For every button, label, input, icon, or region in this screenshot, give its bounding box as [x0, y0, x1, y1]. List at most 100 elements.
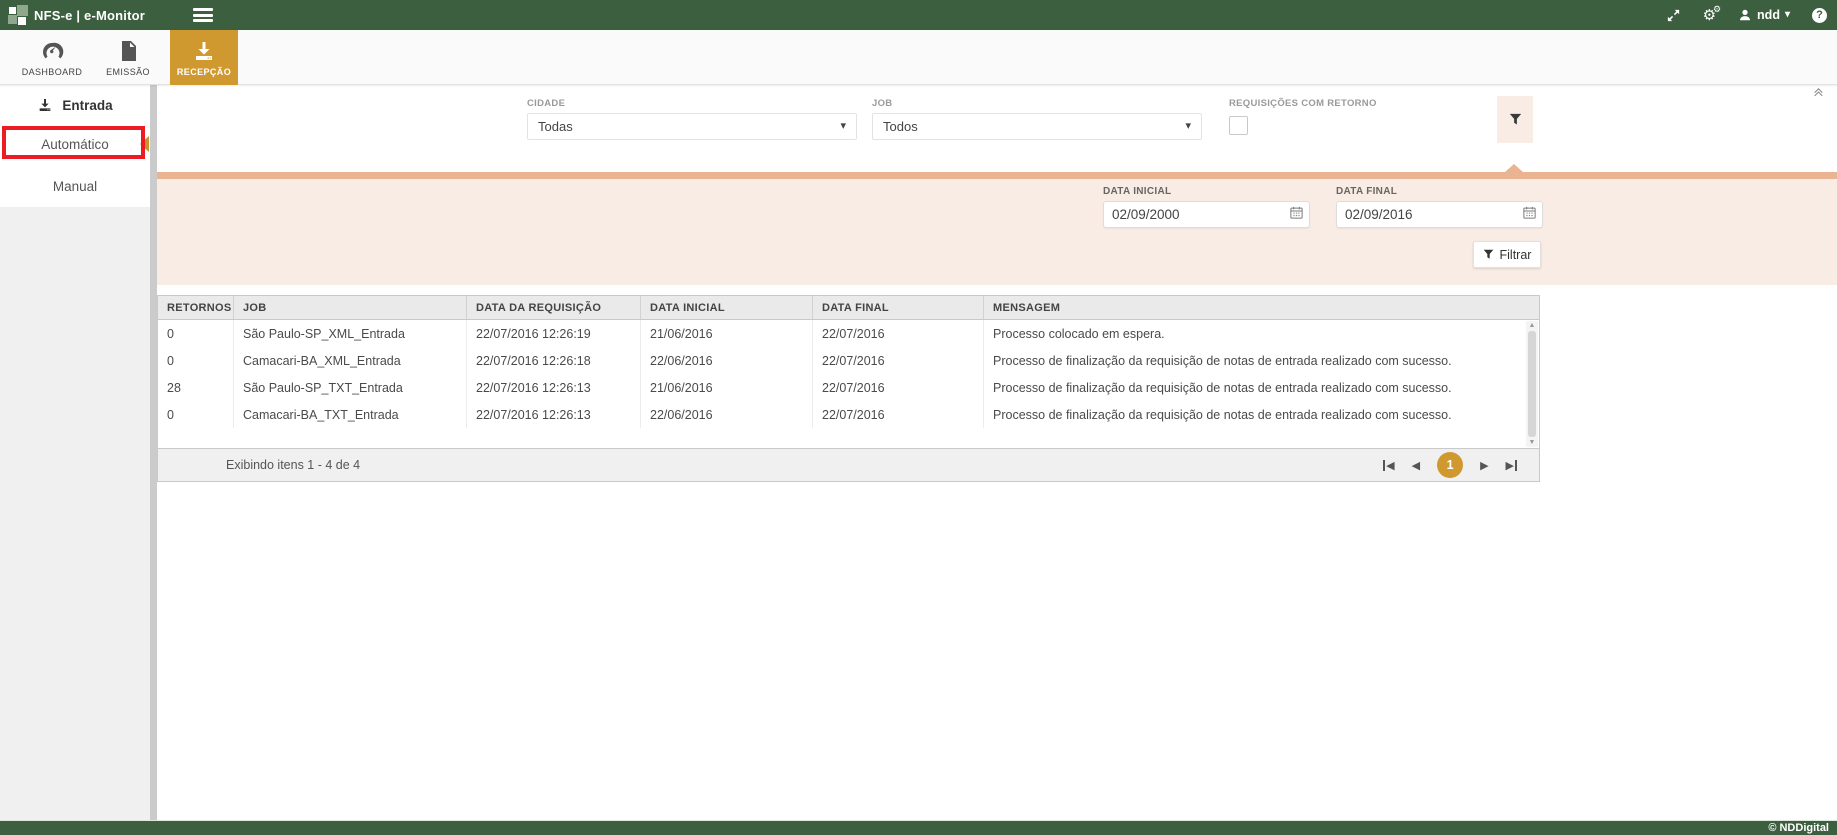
- first-page-button[interactable]: ◀: [1383, 459, 1394, 472]
- cell-data-inicial: 22/06/2016: [641, 401, 813, 428]
- table-row[interactable]: 0 São Paulo-SP_XML_Entrada 22/07/2016 12…: [158, 320, 1539, 347]
- selected-item-marker-icon: [140, 136, 149, 152]
- sidebar-item-label: Entrada: [62, 98, 112, 113]
- sidebar: Entrada Automático Manual: [0, 85, 150, 820]
- funnel-icon: [1483, 249, 1494, 260]
- col-data-inicial[interactable]: DATA INICIAL: [641, 296, 813, 319]
- data-inicial-input[interactable]: [1112, 207, 1289, 222]
- user-icon: [1738, 8, 1752, 22]
- cell-retornos: 0: [158, 320, 234, 347]
- col-mensagem[interactable]: MENSAGEM: [984, 296, 1539, 319]
- cell-data-final: 22/07/2016: [813, 347, 984, 374]
- current-page-button[interactable]: 1: [1437, 452, 1463, 478]
- cell-job: Camacari-BA_XML_Entrada: [234, 347, 467, 374]
- cell-retornos: 0: [158, 347, 234, 374]
- help-icon[interactable]: ?: [1812, 8, 1827, 23]
- table-footer: Exibindo itens 1 - 4 de 4 ◀ ◀ 1 ▶ ▶: [158, 448, 1539, 481]
- filtrar-button[interactable]: Filtrar: [1473, 241, 1541, 268]
- module-toolbar: DASHBOARD EMISSÃO RECEPÇÃO: [0, 30, 1837, 85]
- nddigital-logo-icon: [8, 5, 28, 25]
- gauge-icon: [40, 39, 64, 63]
- cell-data-inicial: 21/06/2016: [641, 320, 813, 347]
- job-dropdown[interactable]: Todos ▾: [872, 113, 1202, 140]
- sidebar-item-automatico[interactable]: Automático: [0, 125, 150, 163]
- download-icon: [192, 39, 216, 63]
- tab-dashboard[interactable]: DASHBOARD: [18, 30, 86, 85]
- filter-requisicoes: REQUISIÇÕES COM RETORNO: [1229, 98, 1377, 135]
- fullscreen-icon[interactable]: [1666, 8, 1681, 23]
- scroll-down-icon[interactable]: ▼: [1529, 439, 1536, 446]
- scroll-up-icon[interactable]: ▲: [1529, 322, 1536, 329]
- cell-mensagem: Processo colocado em espera.: [984, 320, 1526, 347]
- cell-mensagem: Processo de finalização da requisição de…: [984, 401, 1526, 428]
- username-label: ndd: [1757, 8, 1780, 22]
- data-final-input[interactable]: [1345, 207, 1522, 222]
- chevron-down-icon: ▾: [1185, 121, 1191, 132]
- pagination: ◀ ◀ 1 ▶ ▶: [1383, 452, 1517, 478]
- sidebar-item-label: Manual: [53, 179, 97, 194]
- cell-data-inicial: 21/06/2016: [641, 374, 813, 401]
- app-title: NFS-e | e-Monitor: [34, 8, 145, 23]
- cell-job: Camacari-BA_TXT_Entrada: [234, 401, 467, 428]
- filter-panel-band: [157, 172, 1837, 179]
- table-row[interactable]: 28 São Paulo-SP_TXT_Entrada 22/07/2016 1…: [158, 374, 1539, 401]
- table-scrollbar[interactable]: ▲ ▼: [1526, 321, 1538, 447]
- tab-recepcao[interactable]: RECEPÇÃO: [170, 30, 238, 85]
- collapse-panel-icon[interactable]: [1812, 85, 1825, 101]
- content-panel: CIDADE Todas ▾ JOB Todos ▾ REQUISIÇÕES C…: [157, 85, 1837, 820]
- table-body: 0 São Paulo-SP_XML_Entrada 22/07/2016 12…: [158, 320, 1539, 448]
- cidade-value: Todas: [538, 119, 573, 134]
- cell-data-final: 22/07/2016: [813, 374, 984, 401]
- top-bar: NFS-e | e-Monitor ⚙ ⚙ ndd ▾ ?: [0, 0, 1837, 30]
- items-summary: Exibindo itens 1 - 4 de 4: [226, 458, 360, 472]
- cell-mensagem: Processo de finalização da requisição de…: [984, 374, 1526, 401]
- funnel-icon: [1509, 113, 1522, 126]
- col-retornos[interactable]: RETORNOS: [158, 296, 234, 319]
- hamburger-menu-icon[interactable]: [193, 8, 213, 22]
- sidebar-item-entrada[interactable]: Entrada: [0, 85, 150, 125]
- table-row[interactable]: 0 Camacari-BA_XML_Entrada 22/07/2016 12:…: [158, 347, 1539, 374]
- next-page-button[interactable]: ▶: [1480, 459, 1488, 472]
- cell-data-final: 22/07/2016: [813, 320, 984, 347]
- filter-cidade: CIDADE Todas ▾: [527, 98, 857, 140]
- table-row[interactable]: 0 Camacari-BA_TXT_Entrada 22/07/2016 12:…: [158, 401, 1539, 428]
- brand: NFS-e | e-Monitor: [0, 5, 145, 25]
- data-inicial-label: DATA INICIAL: [1103, 186, 1310, 197]
- job-value: Todos: [883, 119, 918, 134]
- cidade-label: CIDADE: [527, 98, 857, 109]
- table-header: RETORNOS JOB DATA DA REQUISIÇÃO DATA INI…: [158, 296, 1539, 320]
- sidebar-divider[interactable]: [150, 85, 157, 820]
- settings-gears-icon[interactable]: ⚙ ⚙: [1703, 8, 1716, 23]
- calendar-icon[interactable]: [1289, 205, 1304, 225]
- download-icon: [37, 97, 53, 113]
- topbar-actions: ⚙ ⚙ ndd ▾ ?: [1666, 0, 1827, 30]
- requisicoes-checkbox[interactable]: [1229, 116, 1248, 135]
- date-filter-panel: DATA INICIAL DATA FINAL: [157, 179, 1837, 285]
- data-final-label: DATA FINAL: [1336, 186, 1543, 197]
- chevron-down-icon: ▾: [840, 121, 846, 132]
- user-menu[interactable]: ndd ▾: [1738, 8, 1790, 22]
- tab-emissao[interactable]: EMISSÃO: [94, 30, 162, 85]
- panel-notch: [1505, 164, 1523, 172]
- col-data-requisicao[interactable]: DATA DA REQUISIÇÃO: [467, 296, 641, 319]
- filter-data-inicial: DATA INICIAL: [1103, 186, 1310, 228]
- col-data-final[interactable]: DATA FINAL: [813, 296, 984, 319]
- app-window: NFS-e | e-Monitor ⚙ ⚙ ndd ▾ ? DASHBOAR: [0, 0, 1837, 835]
- filter-job: JOB Todos ▾: [872, 98, 1202, 140]
- cell-data-inicial: 22/06/2016: [641, 347, 813, 374]
- cell-data-final: 22/07/2016: [813, 401, 984, 428]
- cell-data-requisicao: 22/07/2016 12:26:13: [467, 374, 641, 401]
- cell-data-requisicao: 22/07/2016 12:26:13: [467, 401, 641, 428]
- sidebar-item-manual[interactable]: Manual: [0, 167, 150, 205]
- job-label: JOB: [872, 98, 1202, 109]
- copyright-label: © NDDigital: [1768, 822, 1829, 834]
- results-table: RETORNOS JOB DATA DA REQUISIÇÃO DATA INI…: [157, 295, 1540, 482]
- scrollbar-thumb[interactable]: [1528, 331, 1536, 437]
- prev-page-button[interactable]: ◀: [1412, 459, 1420, 472]
- sidebar-item-label: Automático: [41, 137, 109, 152]
- col-job[interactable]: JOB: [234, 296, 467, 319]
- last-page-button[interactable]: ▶: [1506, 459, 1517, 472]
- calendar-icon[interactable]: [1522, 205, 1537, 225]
- cidade-dropdown[interactable]: Todas ▾: [527, 113, 857, 140]
- filter-toggle-button[interactable]: [1497, 96, 1533, 143]
